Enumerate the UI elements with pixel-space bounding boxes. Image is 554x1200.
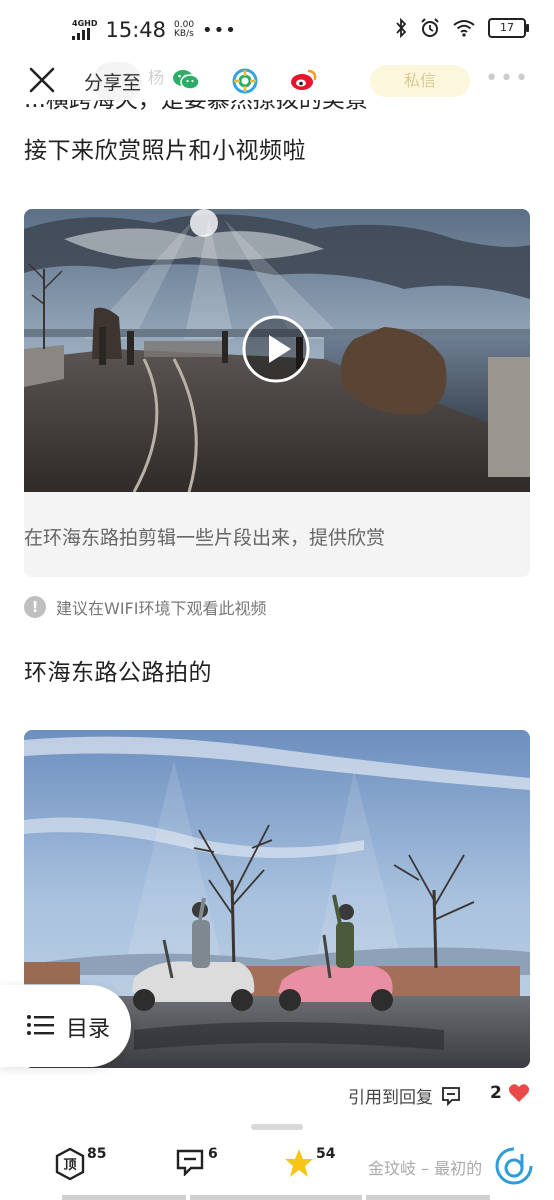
comment-button[interactable]: 6 bbox=[176, 1146, 218, 1180]
message-button-label: 私信 bbox=[403, 71, 436, 90]
favorite-button[interactable]: 54 bbox=[284, 1146, 335, 1182]
video-caption: 在环海东路拍剪辑一些片段出来，提供欣赏 bbox=[24, 527, 386, 549]
comment-count: 6 bbox=[208, 1146, 218, 1162]
close-icon[interactable] bbox=[28, 66, 56, 94]
next-article-text[interactable]: 金玟岐 – 最初的 bbox=[368, 1155, 482, 1179]
message-button[interactable]: 私信 bbox=[370, 65, 470, 97]
quote-reply-button[interactable]: 引用到回复 bbox=[348, 1083, 461, 1108]
share-label: 分享至 bbox=[84, 72, 142, 94]
svg-text:顶: 顶 bbox=[63, 1158, 76, 1173]
notification-dots: ••• bbox=[202, 19, 237, 41]
clock: 15:48 bbox=[105, 18, 166, 42]
battery-level: 17 bbox=[500, 21, 514, 34]
wifi-icon bbox=[453, 20, 475, 37]
previous-paragraph: ...横跨海天，是要慕然撩拨的美景 bbox=[24, 100, 368, 113]
quote-reply-label: 引用到回复 bbox=[348, 1088, 433, 1108]
wechat-icon[interactable] bbox=[172, 68, 200, 92]
heart-icon bbox=[508, 1084, 529, 1102]
battery-icon: 17 bbox=[488, 18, 529, 38]
bottom-bar: 顶 85 6 54 金玟岐 – 最初的 bbox=[0, 1138, 554, 1200]
alarm-icon bbox=[421, 18, 439, 37]
toc-button[interactable]: 目录 bbox=[0, 985, 131, 1067]
warning-icon: ! bbox=[24, 596, 46, 618]
toc-label: 目录 bbox=[66, 1017, 111, 1042]
star-count: 54 bbox=[316, 1146, 336, 1162]
play-icon[interactable] bbox=[242, 315, 310, 383]
network-speed: 0.00 KB/s bbox=[174, 21, 194, 39]
star-icon bbox=[285, 1149, 313, 1177]
like-button[interactable]: 2 bbox=[490, 1083, 530, 1103]
network-label: 4GHD bbox=[72, 19, 98, 28]
top-button[interactable]: 顶 85 bbox=[55, 1146, 106, 1184]
list-icon bbox=[27, 1015, 54, 1035]
wifi-tip: ! 建议在WIFI环境下观看此视频 bbox=[24, 595, 266, 619]
tab-indicator bbox=[366, 1195, 490, 1200]
moments-icon[interactable] bbox=[232, 68, 258, 94]
status-bar: 4GHD 15:48 0.00 KB/s ••• 17 bbox=[0, 0, 554, 62]
cellular-signal-icon: 4GHD bbox=[72, 20, 97, 40]
top-icon: 顶 bbox=[55, 1147, 85, 1181]
share-bar: 杨 私信 ••• 分享至 bbox=[0, 62, 554, 102]
like-count: 2 bbox=[490, 1083, 502, 1103]
top-count: 85 bbox=[87, 1146, 107, 1162]
wifi-tip-text: 建议在WIFI环境下观看此视频 bbox=[56, 599, 267, 618]
author-name: 杨 bbox=[148, 68, 165, 87]
section-heading: 环海东路公路拍的 bbox=[24, 660, 212, 686]
app-logo-icon[interactable] bbox=[494, 1146, 534, 1186]
weibo-icon[interactable] bbox=[290, 68, 318, 92]
tab-indicator bbox=[190, 1195, 362, 1200]
speed-unit: KB/s bbox=[174, 29, 194, 39]
drag-handle[interactable] bbox=[251, 1124, 303, 1130]
tab-indicator bbox=[62, 1195, 186, 1200]
comment-icon bbox=[442, 1086, 460, 1106]
bluetooth-icon bbox=[396, 18, 407, 38]
more-options-icon[interactable]: ••• bbox=[485, 66, 530, 91]
comment-icon bbox=[176, 1149, 204, 1177]
section-heading: 接下来欣赏照片和小视频啦 bbox=[24, 138, 306, 164]
video-card[interactable]: 在环海东路拍剪辑一些片段出来，提供欣赏 bbox=[24, 209, 530, 577]
